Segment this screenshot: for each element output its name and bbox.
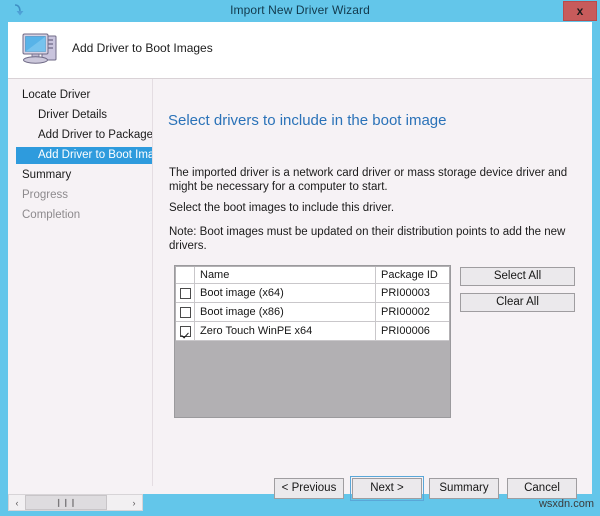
sidebar-item-driver-details[interactable]: Driver Details [16,107,107,124]
description-paragraph-3: Note: Boot images must be updated on the… [169,225,592,253]
wizard-window: Import New Driver Wizard x [0,0,600,516]
sidebar-item-completion: Completion [16,207,80,224]
row-checkbox[interactable] [180,288,191,299]
window-body: Add Driver to Boot Images Locate Driver … [8,22,592,494]
title-bar: Import New Driver Wizard x [0,0,600,22]
row-checkbox[interactable] [180,326,191,337]
cancel-button[interactable]: Cancel [507,478,577,499]
window-title: Import New Driver Wizard [0,3,600,17]
row-package-id: PRI00006 [376,322,449,340]
watermark: wsxdn.com [539,498,594,510]
wizard-header-label: Add Driver to Boot Images [72,41,213,55]
table-row[interactable]: Zero Touch WinPE x64 PRI00006 [176,322,449,341]
wizard-steps-sidebar: Locate Driver Driver Details Add Driver … [8,79,152,486]
sidebar-item-add-driver-to-boot-image[interactable]: Add Driver to Boot Image [16,147,152,164]
table-row[interactable]: Boot image (x64) PRI00003 [176,284,449,303]
scrollbar-thumb[interactable]: ❙❙❙ [25,495,107,510]
row-checkbox-cell[interactable] [176,303,195,321]
row-name: Boot image (x86) [195,303,376,321]
row-package-id: PRI00002 [376,303,449,321]
row-checkbox-cell[interactable] [176,322,195,340]
page-title: Select drivers to include in the boot im… [168,112,447,129]
table-row[interactable]: Boot image (x86) PRI00002 [176,303,449,322]
close-button[interactable]: x [563,1,597,21]
row-checkbox[interactable] [180,307,191,318]
scroll-right-arrow-icon[interactable]: › [126,495,142,510]
description-paragraph-1: The imported driver is a network card dr… [169,166,583,194]
row-name: Zero Touch WinPE x64 [195,322,376,340]
sidebar-item-locate-driver[interactable]: Locate Driver [16,87,90,104]
sidebar-item-progress: Progress [16,187,68,204]
next-button[interactable]: Next > [352,478,422,499]
summary-button[interactable]: Summary [429,478,499,499]
horizontal-scrollbar[interactable]: ‹ ❙❙❙ › [8,494,143,511]
row-checkbox-cell[interactable] [176,284,195,302]
clear-all-button[interactable]: Clear All [460,293,575,312]
boot-images-table: Name Package ID Boot image (x64) PRI0000… [176,267,449,341]
header-cell-name[interactable]: Name [195,267,376,283]
previous-button[interactable]: < Previous [274,478,344,499]
computer-icon [20,27,66,71]
wizard-header: Add Driver to Boot Images [8,22,592,79]
scroll-left-arrow-icon[interactable]: ‹ [9,495,25,510]
header-cell-package-id[interactable]: Package ID [376,267,449,283]
row-package-id: PRI00003 [376,284,449,302]
row-name: Boot image (x64) [195,284,376,302]
sidebar-item-add-driver-to-packages[interactable]: Add Driver to Packages [16,127,152,144]
main-content: Select drivers to include in the boot im… [153,79,592,486]
select-all-button[interactable]: Select All [460,267,575,286]
description-paragraph-2: Select the boot images to include this d… [169,201,394,215]
sidebar-item-summary[interactable]: Summary [16,167,71,184]
header-cell-checkbox [176,267,195,283]
boot-images-listbox[interactable]: Name Package ID Boot image (x64) PRI0000… [174,265,451,418]
scrollbar-track[interactable]: ❙❙❙ [25,495,126,510]
table-header-row: Name Package ID [176,267,449,284]
